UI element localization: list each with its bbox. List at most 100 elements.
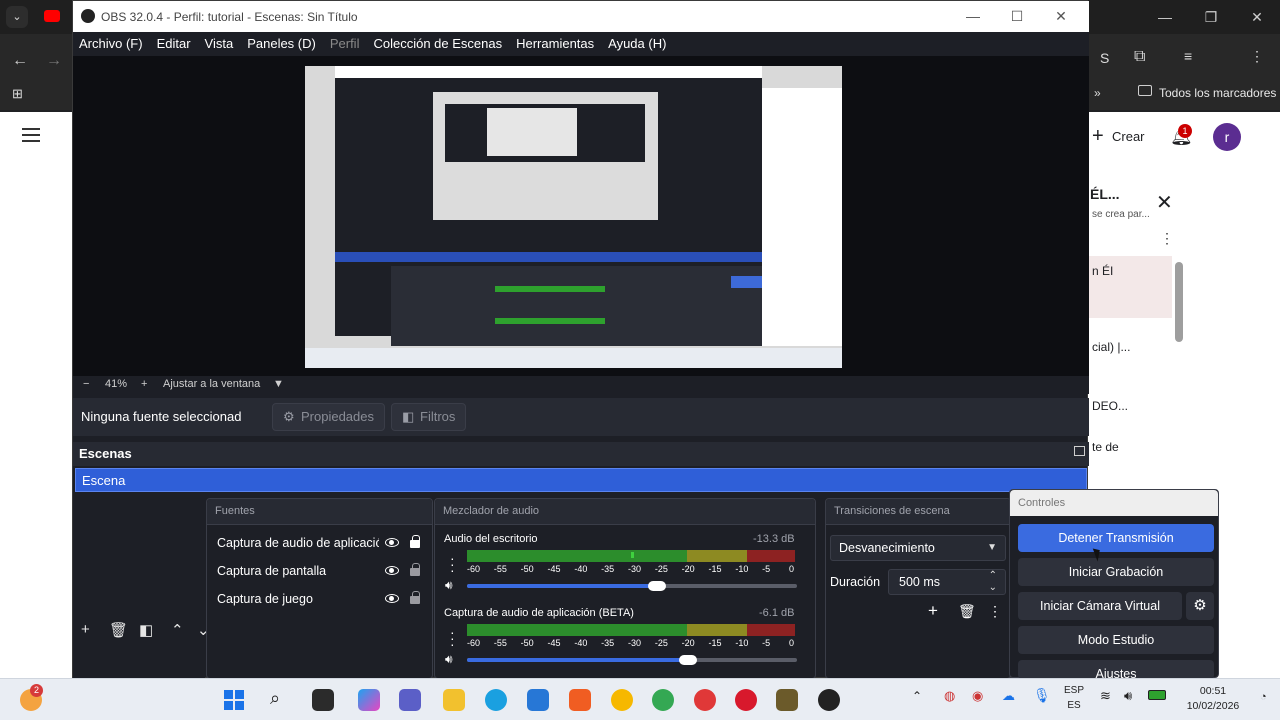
restore-icon[interactable]: ❐ [1188, 0, 1234, 34]
source-item[interactable]: Captura de juego [217, 589, 432, 611]
profile-avatar[interactable]: r [1213, 123, 1241, 151]
studio-mode-button[interactable]: Modo Estudio [1018, 626, 1214, 654]
virtual-camera-settings-icon[interactable]: ⚙ [1186, 592, 1214, 620]
volume-slider-knob[interactable] [679, 655, 698, 665]
lock-icon[interactable] [410, 535, 420, 548]
teams-icon[interactable] [399, 689, 421, 711]
preview-area[interactable] [73, 56, 1089, 376]
microphone-icon[interactable]: 🎙︎ [1033, 687, 1051, 704]
menu-icon[interactable]: ⋮ [1250, 48, 1264, 65]
copilot-icon[interactable] [358, 689, 380, 711]
side-more-icon[interactable]: ⋮ [1160, 230, 1174, 247]
source-item[interactable]: Captura de pantalla [217, 561, 432, 583]
lang-bottom[interactable]: ES [1062, 700, 1086, 711]
channel-menu-icon[interactable]: · · · [450, 551, 455, 577]
notification-center-icon[interactable]: ◔ [1260, 691, 1267, 703]
wifi-icon[interactable]: ≋ [1100, 688, 1111, 704]
source-item[interactable]: Captura de audio de aplicación (BETA) [217, 533, 432, 555]
back-icon[interactable]: ← [12, 52, 28, 70]
media-icon[interactable]: ≡ [1184, 48, 1192, 64]
minimize-icon[interactable]: — [951, 1, 995, 32]
lock-icon[interactable] [410, 563, 420, 576]
onedrive-icon[interactable]: ☁ [1002, 688, 1015, 704]
tab-search-button[interactable]: ⌄ [6, 6, 28, 28]
chrome-icon[interactable] [652, 689, 674, 711]
minimize-icon[interactable]: — [1142, 0, 1188, 34]
stop-streaming-button[interactable]: Detener Transmisión [1018, 524, 1214, 552]
edge-icon[interactable] [485, 689, 507, 711]
app-icon[interactable] [776, 689, 798, 711]
visibility-eye-icon[interactable] [385, 594, 399, 603]
store-icon[interactable] [527, 689, 549, 711]
zoom-out-button[interactable]: − [83, 378, 89, 390]
move-up-icon[interactable]: ⌃ [171, 621, 184, 639]
create-button[interactable]: + Crear [1090, 124, 1160, 150]
menu-editar[interactable]: Editar [157, 32, 191, 56]
transition-menu-icon[interactable]: ⋮ [988, 603, 1002, 620]
app-red-icon[interactable] [694, 689, 716, 711]
start-icon[interactable] [224, 690, 244, 710]
more-bookmarks-icon[interactable]: » [1094, 86, 1101, 100]
menu-vista[interactable]: Vista [205, 32, 234, 56]
volume-icon[interactable]: 🔊︎ [1124, 688, 1132, 704]
side-panel-scrollbar[interactable] [1175, 262, 1183, 342]
close-panel-icon[interactable]: ✕ [1156, 190, 1173, 215]
brave-icon[interactable] [569, 689, 591, 711]
menu-paneles[interactable]: Paneles (D) [247, 32, 316, 56]
undock-icon[interactable] [1074, 446, 1085, 456]
obs-taskbar-icon[interactable] [818, 689, 840, 711]
filters-button[interactable]: ◧ Filtros [391, 403, 467, 431]
menu-perfil[interactable]: Perfil [330, 32, 360, 56]
all-bookmarks-link[interactable]: Todos los marcadores [1159, 86, 1276, 100]
channel-menu-icon[interactable]: · · · [450, 625, 455, 651]
task-view-icon[interactable] [312, 689, 334, 711]
zoom-dropdown-icon[interactable]: ▼ [273, 378, 284, 390]
file-explorer-icon[interactable] [443, 689, 465, 711]
delete-transition-icon[interactable]: 🗑︎ [958, 603, 976, 620]
menu-ayuda[interactable]: Ayuda (H) [608, 32, 666, 56]
settings-button[interactable]: Ajustes [1018, 660, 1214, 679]
gear-icon: ⚙ [283, 409, 295, 424]
close-icon[interactable]: ✕ [1039, 1, 1083, 32]
zoom-in-button[interactable]: + [141, 378, 147, 390]
visibility-eye-icon[interactable] [385, 538, 399, 547]
extension-s-icon[interactable]: S [1100, 50, 1109, 66]
apps-icon[interactable]: ⊞ [12, 86, 23, 102]
search-icon[interactable]: ⌕ [270, 688, 280, 709]
add-transition-icon[interactable]: + [928, 601, 938, 621]
tray-chevron-icon[interactable]: ⌃ [912, 689, 922, 703]
menu-archivo[interactable]: Archivo (F) [79, 32, 143, 56]
tray-icon[interactable]: ◉ [972, 688, 983, 704]
transition-select[interactable]: Desvanecimiento ▼ [830, 535, 1006, 561]
tray-icon[interactable]: ◍ [944, 688, 955, 704]
clock-time[interactable]: 00:51 [1178, 685, 1248, 697]
volume-slider-knob[interactable] [648, 581, 667, 591]
close-icon[interactable]: ✕ [1234, 0, 1280, 34]
extensions-icon[interactable]: ⧉ [1134, 48, 1145, 66]
fit-window-label[interactable]: Ajustar a la ventana [163, 378, 260, 390]
spin-down-icon[interactable]: ⌄ [989, 576, 997, 600]
clock-date[interactable]: 10/02/2026 [1178, 700, 1248, 712]
lang-top[interactable]: ESP [1062, 685, 1086, 696]
add-scene-icon[interactable]: + [81, 621, 90, 638]
visibility-eye-icon[interactable] [385, 566, 399, 575]
duration-spinbox[interactable]: 500 ms ⌃ ⌄ [888, 569, 1006, 595]
youtube-tab-icon[interactable] [44, 10, 60, 22]
forward-icon[interactable]: → [46, 52, 62, 70]
hamburger-menu-icon[interactable] [22, 128, 40, 142]
menu-herramientas[interactable]: Herramientas [516, 32, 594, 56]
maximize-icon[interactable]: ☐ [995, 1, 1039, 32]
opera-icon[interactable] [735, 689, 757, 711]
start-recording-button[interactable]: Iniciar Grabación [1018, 558, 1214, 586]
volume-icon[interactable]: 🔊︎ [445, 578, 453, 593]
lock-icon[interactable] [410, 591, 420, 604]
app-icon[interactable] [611, 689, 633, 711]
delete-scene-icon[interactable]: 🗑︎ [109, 621, 128, 639]
start-virtual-camera-button[interactable]: Iniciar Cámara Virtual [1018, 592, 1182, 620]
battery-icon[interactable] [1148, 690, 1166, 700]
scene-filters-icon[interactable]: ◧ [139, 621, 153, 639]
properties-button[interactable]: ⚙ Propiedades [272, 403, 385, 431]
volume-icon[interactable]: 🔊︎ [445, 652, 453, 667]
menu-coleccion-escenas[interactable]: Colección de Escenas [373, 32, 502, 56]
scene-item[interactable]: Escena [75, 468, 1087, 492]
